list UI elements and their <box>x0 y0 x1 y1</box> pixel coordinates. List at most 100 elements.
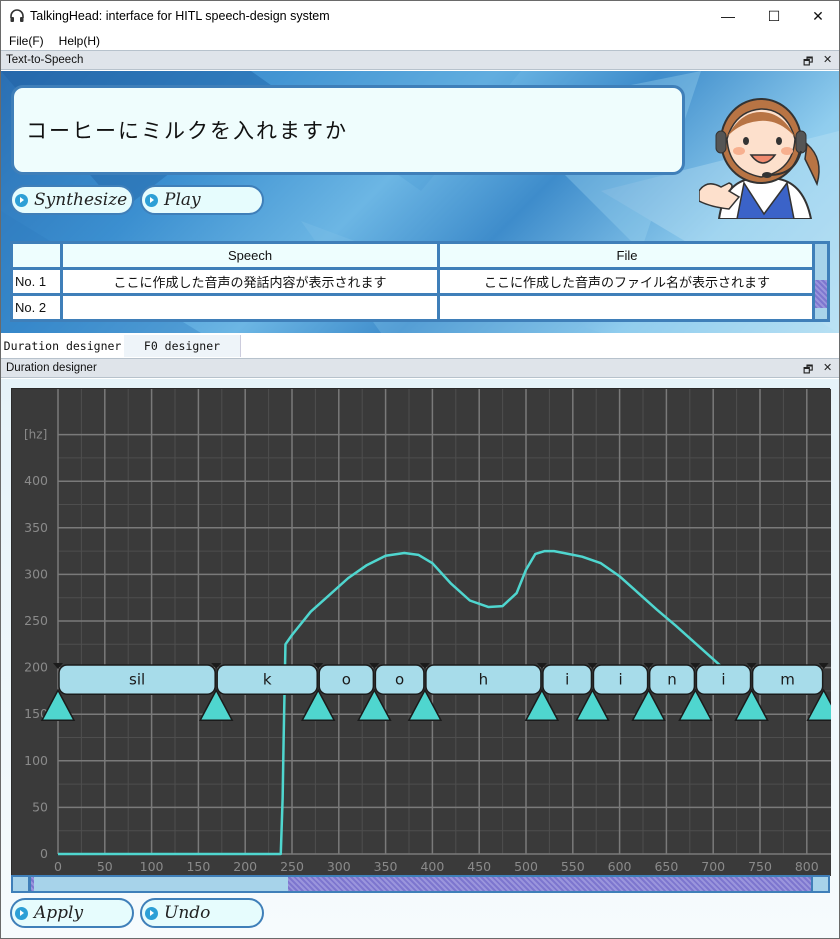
tts-panel-header: Text-to-Speech 🗗 ✕ <box>1 50 839 70</box>
app-window: TalkingHead: interface for HITL speech-d… <box>0 0 840 939</box>
table-scrollbar[interactable] <box>812 241 830 322</box>
x-tick-label: 650 <box>654 859 678 874</box>
y-axis-label: [hz] <box>24 428 47 442</box>
segment-label: m <box>780 671 795 689</box>
close-button[interactable]: ✕ <box>795 1 840 31</box>
play-circle-icon <box>15 193 28 207</box>
play-circle-icon <box>15 906 28 920</box>
duration-panel-title: Duration designer <box>6 362 97 374</box>
speech-cell[interactable] <box>60 293 440 322</box>
x-tick-label: 450 <box>467 859 491 874</box>
y-tick-label: 400 <box>24 473 48 488</box>
menu-file[interactable]: File(F) <box>9 34 44 48</box>
minimize-icon: — <box>721 8 735 24</box>
headphones-icon <box>10 9 24 22</box>
duration-chart[interactable]: 0 50 100 150 200 250 300 350 400 450 500 550 600 650 7… <box>11 388 840 876</box>
y-tick-label: 50 <box>32 799 48 814</box>
y-tick-label: 100 <box>24 753 48 768</box>
duration-panel: 0 50 100 150 200 250 300 350 400 450 500 550 600 650 7… <box>1 379 840 938</box>
duration-panel-header: Duration designer 🗗 ✕ <box>1 358 839 378</box>
panel-close-icon[interactable]: ✕ <box>823 53 832 66</box>
close-icon: ✕ <box>812 7 824 24</box>
scroll-left-button[interactable] <box>13 877 31 891</box>
phoneme-segment[interactable]: n <box>648 664 696 695</box>
y-tick-label: 350 <box>24 520 48 535</box>
tab-f0-designer[interactable]: F0 designer <box>124 335 241 357</box>
x-tick-label: 500 <box>514 859 538 874</box>
undo-button[interactable]: Undo <box>140 898 264 928</box>
x-tick-label: 200 <box>233 859 257 874</box>
panel-close-icon[interactable]: ✕ <box>823 361 832 374</box>
phoneme-segment[interactable]: sil <box>58 664 216 695</box>
phoneme-segment[interactable]: i <box>592 664 649 695</box>
tts-panel: コーヒーにミルクを入れますか Synthesize Play Speech Fi… <box>1 71 839 333</box>
tab-duration-designer[interactable]: Duration designer <box>1 335 124 357</box>
segment-label: n <box>667 671 677 689</box>
phoneme-segment[interactable]: i <box>695 664 752 695</box>
maximize-icon: ☐ <box>767 7 781 24</box>
x-tick-label: 550 <box>561 859 585 874</box>
segment-label: o <box>395 671 404 689</box>
x-tick-label: 400 <box>420 859 444 874</box>
phoneme-segment[interactable]: o <box>374 664 425 695</box>
file-cell[interactable]: ここに作成した音声のファイル名が表示されます <box>437 267 817 296</box>
undo-label: Undo <box>164 903 211 923</box>
table-corner <box>10 241 63 270</box>
menu-help[interactable]: Help(H) <box>59 34 100 48</box>
column-header-speech[interactable]: Speech <box>60 241 440 270</box>
f0-duration-plot[interactable]: 0 50 100 150 200 250 300 350 400 450 500 550 600 650 7… <box>12 389 840 876</box>
table-header-row: Speech File <box>10 241 817 270</box>
tts-panel-title: Text-to-Speech <box>6 54 84 66</box>
menu-bar: File(F) Help(H) <box>1 31 839 50</box>
phoneme-segment[interactable]: m <box>751 664 824 695</box>
phoneme-segment[interactable]: h <box>425 664 542 695</box>
scroll-right-button[interactable] <box>811 877 828 891</box>
restore-icon[interactable]: 🗗 <box>803 361 813 380</box>
column-header-file[interactable]: File <box>437 241 817 270</box>
segment-label: i <box>565 671 569 689</box>
phoneme-segment[interactable]: i <box>542 664 593 695</box>
file-cell[interactable] <box>437 293 817 322</box>
x-tick-label: 750 <box>748 859 772 874</box>
designer-tabs: Duration designer F0 designer <box>1 335 241 357</box>
phoneme-segments: sil k o o h i i n i m <box>58 664 824 695</box>
apply-button[interactable]: Apply <box>10 898 134 928</box>
phoneme-segment[interactable]: o <box>318 664 375 695</box>
segment-label: k <box>263 671 272 689</box>
window-title: TalkingHead: interface for HITL speech-d… <box>30 9 330 23</box>
segment-label: o <box>342 671 351 689</box>
synthesize-label: Synthesize <box>34 190 128 210</box>
row-label: No. 2 <box>10 293 63 322</box>
restore-icon[interactable]: 🗗 <box>803 53 813 72</box>
maximize-button[interactable]: ☐ <box>751 1 797 31</box>
x-tick-label: 100 <box>140 859 164 874</box>
x-tick-label: 600 <box>608 859 632 874</box>
speech-text-input[interactable]: コーヒーにミルクを入れますか <box>11 85 685 175</box>
y-tick-label: 300 <box>24 566 48 581</box>
table-row[interactable]: No. 1 ここに作成した音声の発話内容が表示されます ここに作成した音声のファ… <box>10 267 817 296</box>
x-tick-label: 700 <box>701 859 725 874</box>
x-tick-label: 50 <box>97 859 113 874</box>
segment-label: i <box>721 671 725 689</box>
table-scrollbar-thumb[interactable] <box>815 280 827 308</box>
speech-text-value: コーヒーにミルクを入れますか <box>26 120 348 143</box>
speech-cell[interactable]: ここに作成した音声の発話内容が表示されます <box>60 267 440 296</box>
x-tick-label: 350 <box>374 859 398 874</box>
segment-label: h <box>479 671 489 689</box>
segment-label: sil <box>129 671 145 689</box>
minimize-button[interactable]: — <box>705 1 751 31</box>
play-circle-icon <box>145 906 158 920</box>
x-tick-label: 150 <box>186 859 210 874</box>
x-tick-label: 0 <box>54 859 62 874</box>
operator-avatar <box>699 98 820 219</box>
apply-label: Apply <box>34 903 84 923</box>
synthesize-button[interactable]: Synthesize <box>10 185 134 215</box>
scrollbar-thumb[interactable] <box>34 877 288 891</box>
play-button[interactable]: Play <box>140 185 264 215</box>
title-bar: TalkingHead: interface for HITL speech-d… <box>1 1 839 31</box>
table-row[interactable]: No. 2 <box>10 293 817 322</box>
phoneme-segment[interactable]: k <box>216 664 318 695</box>
chart-horizontal-scrollbar[interactable] <box>11 875 830 893</box>
x-tick-label: 800 <box>795 859 819 874</box>
y-tick-label: 200 <box>24 660 48 675</box>
